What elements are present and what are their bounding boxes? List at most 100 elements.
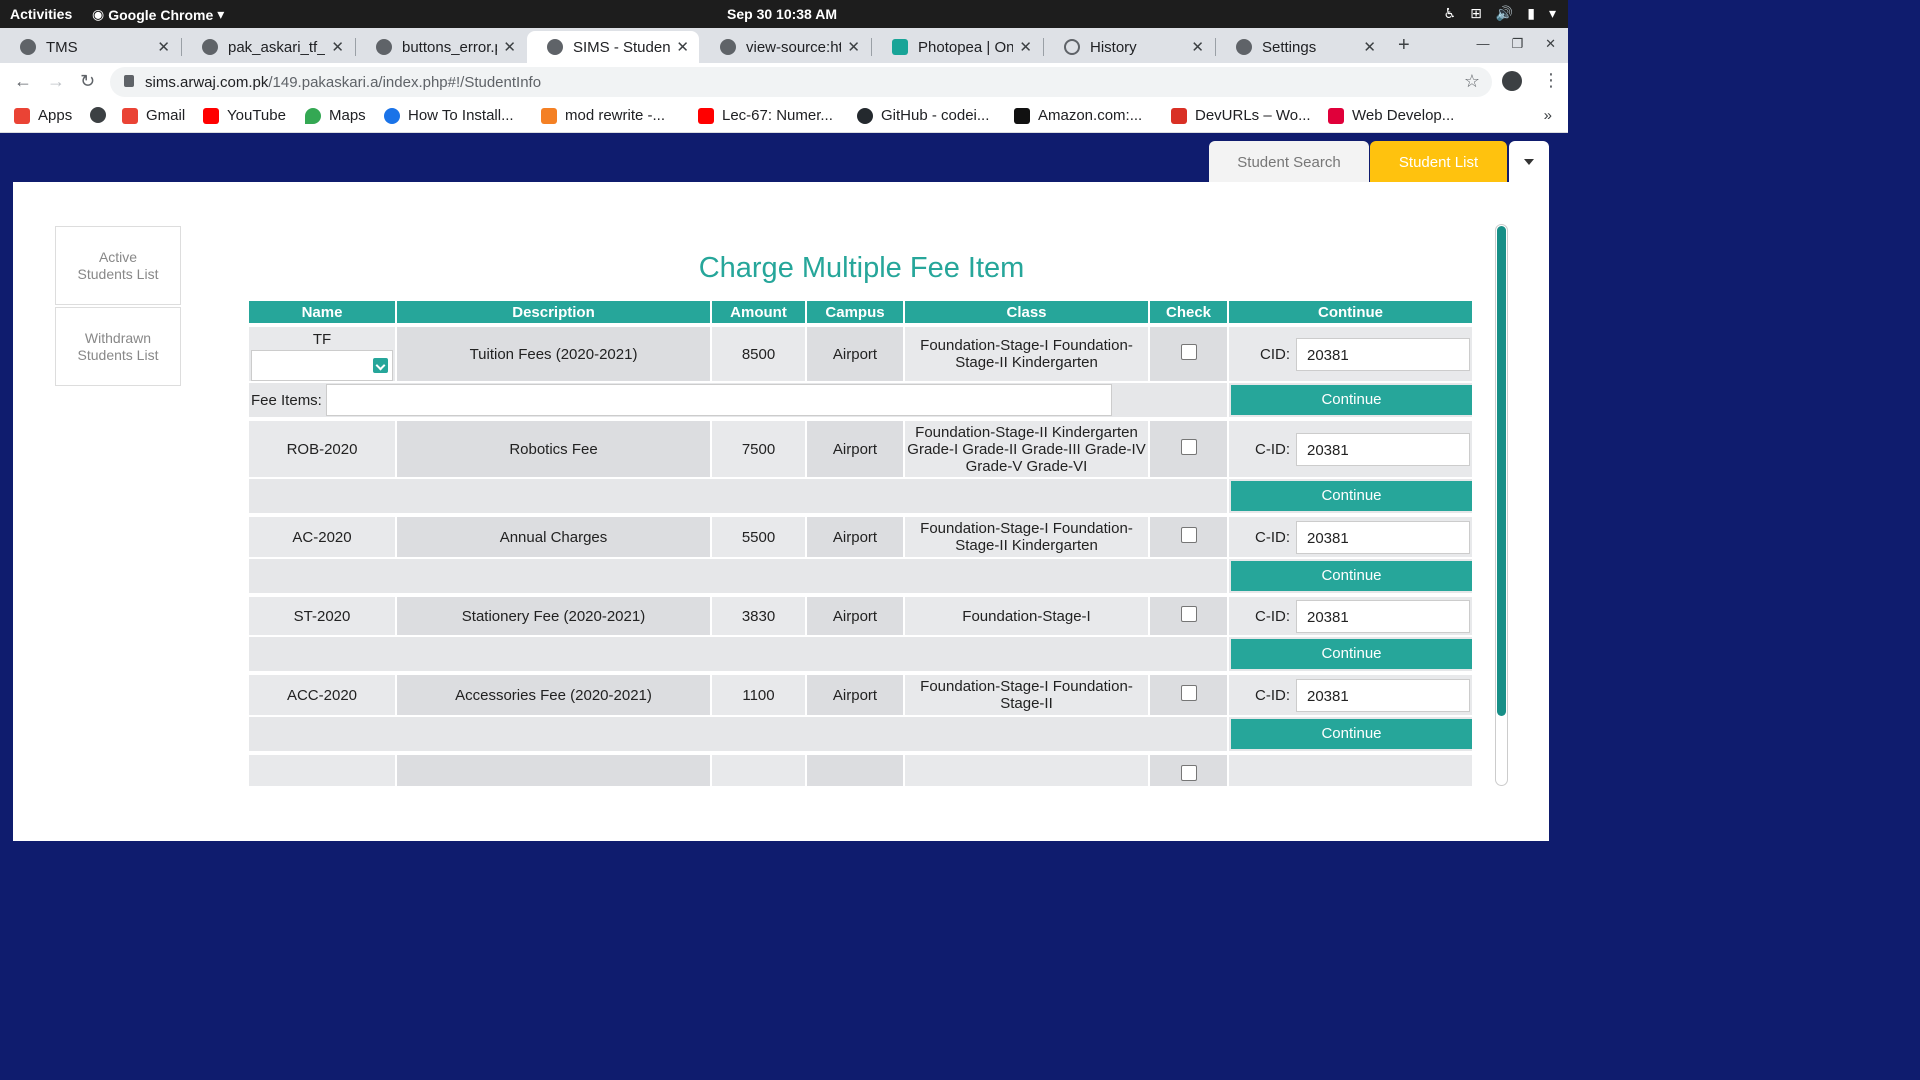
system-tray[interactable]: ♿ ⊞ 🔊 ▮ ▾ — [1444, 5, 1556, 22]
bookmark-label: Amazon.com:... — [1038, 107, 1143, 124]
header-campus[interactable]: Campus — [807, 301, 905, 323]
page-title: Charge Multiple Fee Item — [698, 252, 1025, 284]
student-search-tab[interactable]: Student Search — [1209, 141, 1369, 183]
fee-checkbox[interactable] — [1180, 765, 1197, 781]
close-icon[interactable]: ✕ — [1363, 38, 1376, 56]
student-list-tab[interactable]: Student List — [1370, 141, 1507, 183]
fee-name-cell: TF — [249, 323, 397, 383]
tab-pak-askari[interactable]: pak_askari_tf_i ✕ — [182, 31, 354, 63]
cid-label: C-ID: — [1255, 607, 1290, 625]
tab-photopea[interactable]: Photopea | Onl ✕ — [872, 31, 1042, 63]
globe-icon — [20, 39, 36, 55]
tab-settings[interactable]: Settings ✕ — [1216, 31, 1386, 63]
tab-title: pak_askari_tf_i — [228, 38, 326, 56]
bookmark-github[interactable]: GitHub - codei... — [857, 107, 989, 124]
table-row: ROB-2020 Robotics Fee 7500 Airport Found… — [249, 417, 1474, 479]
app-menu[interactable]: ◉ Google Chrome ▾ — [92, 6, 224, 23]
tab-sims-student[interactable]: SIMS - Student ✕ — [527, 31, 699, 63]
tab-buttons-error[interactable]: buttons_error.p ✕ — [356, 31, 526, 63]
tab-history[interactable]: History ✕ — [1044, 31, 1214, 63]
reload-icon[interactable]: ↻ — [80, 71, 95, 92]
bookmark-lec-67[interactable]: Lec-67: Numer... — [698, 107, 833, 124]
bookmark-amazon[interactable]: Amazon.com:... — [1014, 107, 1142, 124]
fee-check-cell — [1150, 671, 1229, 717]
continue-button[interactable]: Continue — [1231, 561, 1472, 591]
bookmark-gmail[interactable]: Gmail — [122, 107, 185, 124]
fee-checkbox[interactable] — [1180, 439, 1197, 455]
chevron-down-icon — [373, 358, 388, 373]
profile-avatar[interactable] — [1502, 71, 1522, 91]
scrollbar-thumb[interactable] — [1497, 226, 1506, 716]
close-icon[interactable]: ✕ — [157, 38, 170, 56]
continue-button[interactable]: Continue — [1231, 719, 1472, 749]
close-icon[interactable]: ✕ — [676, 38, 689, 56]
app-menu-label: Google Chrome — [108, 6, 214, 23]
bookmarks-overflow-icon[interactable]: » — [1544, 107, 1552, 124]
cid-input[interactable]: 20381 — [1296, 599, 1470, 633]
bookmark-web-develop[interactable]: Web Develop... — [1328, 107, 1454, 124]
header-description[interactable]: Description — [397, 301, 712, 323]
clock[interactable]: Sep 30 10:38 AM — [727, 6, 837, 22]
withdrawn-students-list-link[interactable]: Withdrawn Students List — [55, 307, 181, 386]
header-continue[interactable]: Continue — [1229, 301, 1474, 323]
fee-class: Foundation-Stage-I Foundation-Stage-II — [905, 671, 1150, 717]
fee-item-select[interactable] — [251, 350, 393, 381]
close-icon[interactable]: ✕ — [847, 38, 860, 56]
photopea-icon — [892, 39, 908, 55]
address-bar[interactable]: sims.arwaj.com.pk/149.pakaskari.a/index.… — [110, 67, 1492, 97]
restore-icon[interactable]: ❐ — [1511, 36, 1523, 52]
fee-checkbox[interactable] — [1180, 527, 1197, 543]
bookmark-youtube[interactable]: YouTube — [203, 107, 286, 124]
close-icon[interactable]: ✕ — [331, 38, 344, 56]
bookmark-maps[interactable]: Maps — [305, 107, 366, 124]
globe-icon — [90, 107, 106, 123]
stackoverflow-icon — [541, 107, 557, 124]
continue-button[interactable]: Continue — [1231, 639, 1472, 669]
close-icon[interactable]: ✕ — [503, 38, 516, 56]
table-row: AC-2020 Annual Charges 5500 Airport Foun… — [249, 513, 1474, 559]
header-name[interactable]: Name — [249, 301, 397, 323]
fee-items-input[interactable] — [325, 384, 1112, 416]
bookmark-how-to-install[interactable]: How To Install... — [384, 107, 514, 124]
header-check[interactable]: Check — [1150, 301, 1229, 323]
gear-icon — [1236, 39, 1252, 55]
close-icon[interactable]: ✕ — [1019, 38, 1032, 56]
bookmark-mod-rewrite[interactable]: mod rewrite -... — [541, 107, 665, 124]
bookmark-label: mod rewrite -... — [565, 107, 666, 124]
back-arrow-icon[interactable]: ← — [14, 71, 32, 92]
close-icon[interactable]: ✕ — [1191, 38, 1204, 56]
more-menu-icon[interactable]: ⋮ — [1542, 70, 1560, 91]
table-row: TF Tuition Fees (2020-2021) 8500 Airport… — [249, 323, 1474, 383]
chevron-down-icon: ▾ — [217, 6, 225, 22]
tab-view-source[interactable]: view-source:ht ✕ — [700, 31, 870, 63]
fee-description: Annual Charges — [397, 513, 712, 559]
forward-arrow-icon[interactable]: → — [47, 71, 65, 92]
bookmark-devurls[interactable]: DevURLs – Wo... — [1171, 107, 1311, 124]
header-class[interactable]: Class — [905, 301, 1150, 323]
cid-input[interactable]: 20381 — [1296, 520, 1470, 554]
bookmark-star-icon[interactable]: ☆ — [1464, 71, 1480, 92]
minimize-icon[interactable]: — — [1476, 36, 1489, 52]
active-students-list-link[interactable]: Active Students List — [55, 226, 181, 305]
cid-input[interactable]: 20381 — [1296, 432, 1470, 466]
new-tab-button[interactable]: + — [1398, 34, 1410, 57]
side-navigation: Active Students List Withdrawn Students … — [55, 226, 181, 386]
cid-input[interactable]: 20381 — [1296, 337, 1470, 371]
fee-checkbox[interactable] — [1180, 344, 1197, 360]
activities-button[interactable]: Activities — [10, 6, 72, 22]
vertical-scrollbar[interactable] — [1495, 224, 1508, 786]
close-window-icon[interactable]: ✕ — [1545, 36, 1556, 52]
continue-button[interactable]: Continue — [1231, 481, 1472, 511]
bookmark-globe[interactable] — [90, 107, 114, 123]
fee-table-scroll-area[interactable]: Name Description Amount Campus Class Che… — [249, 301, 1474, 786]
fee-checkbox[interactable] — [1180, 685, 1197, 701]
cid-input[interactable]: 20381 — [1296, 678, 1470, 712]
bookmark-apps[interactable]: Apps — [14, 107, 72, 124]
continue-button[interactable]: Continue — [1231, 385, 1472, 415]
tab-tms[interactable]: TMS ✕ — [0, 31, 180, 63]
url-text[interactable]: sims.arwaj.com.pk/149.pakaskari.a/index.… — [145, 74, 541, 91]
header-amount[interactable]: Amount — [712, 301, 807, 323]
window-controls: — ❐ ✕ — [1476, 36, 1556, 52]
page-menu-dropdown[interactable] — [1509, 141, 1549, 183]
fee-checkbox[interactable] — [1180, 606, 1197, 622]
